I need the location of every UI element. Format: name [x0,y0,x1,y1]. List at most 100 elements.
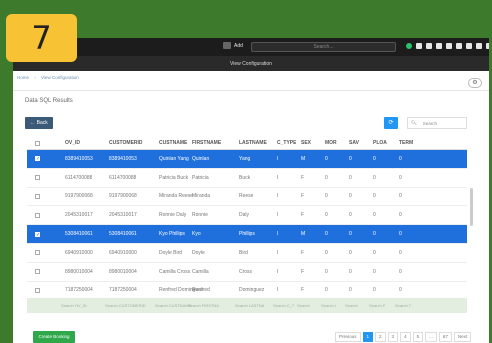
row-checkbox[interactable] [35,250,40,256]
row-checkbox-cell[interactable] [35,282,40,300]
column-search-input[interactable]: Search [345,298,358,313]
table-scrollbar[interactable] [470,188,473,226]
table-cell: I [277,231,279,238]
column-header-lastname[interactable]: LASTNAME [239,137,267,149]
page-link[interactable]: 3 [387,332,399,342]
column-search-input[interactable]: Search [297,298,310,313]
table-cell: Yang [239,155,251,162]
row-checkbox-cell[interactable] [35,225,40,243]
column-search-input[interactable]: Search OV_ID [61,298,87,313]
add-button[interactable]: Add [223,42,243,49]
column-header-sex[interactable]: SEX [301,137,311,149]
results-table: OV_ID CUSTOMERID CUSTNAME FIRSTNAME LASTNAME… [27,137,467,301]
column-header-ov_id[interactable]: OV_ID [65,137,80,149]
column-search-input[interactable]: Search FIRSTNA [188,298,219,313]
row-checkbox[interactable] [35,287,40,293]
column-header-mor[interactable]: MOR [325,137,337,149]
table-row[interactable]: 5308410061 5308410061 Kyo Phillips Kyo Phill… [27,225,467,244]
app-window: Add Search... View Configuration Home › … [13,38,489,343]
column-header-c_type[interactable]: C_TYPE [277,137,296,149]
refresh-button[interactable]: ⟳ [384,117,398,129]
breadcrumb-home[interactable]: Home [17,75,29,80]
back-button[interactable]: ← Back [25,117,53,129]
row-checkbox[interactable] [35,175,40,181]
row-checkbox-cell[interactable] [35,206,40,224]
check-icon[interactable] [446,43,452,49]
table-row[interactable]: 9197900068 9197900068 Miranda Reese Miranda… [27,188,467,207]
window-title: View Configuration [13,56,489,71]
table-cell: 0 [399,287,402,294]
column-search-input[interactable]: Search CUSTNAME [155,298,191,313]
table-cell: Patricia [192,174,209,181]
table-cell: 0 [373,193,376,200]
gear-icon: ⚙ [472,80,478,86]
table-cell: I [277,212,279,219]
create-booking-button[interactable]: Create Booking [33,331,75,343]
table-cell: 0 [325,174,328,181]
row-checkbox-cell[interactable] [35,150,40,168]
row-checkbox-cell[interactable] [35,169,40,187]
page-link[interactable]: 67 [438,332,452,342]
settings-icon[interactable] [486,43,489,49]
column-search-input[interactable]: Search C_T [273,298,294,313]
column-search-input[interactable]: Search T [395,298,411,313]
window-icon[interactable] [456,43,462,49]
global-search-input[interactable]: Search... [251,42,396,52]
column-header-firstname[interactable]: FIRSTNAME [192,137,221,149]
column-header-custname[interactable]: CUSTNAME [159,137,187,149]
table-search-input[interactable]: 🔍︎ Search [407,117,467,129]
refresh-icon: ⟳ [388,120,394,126]
page-link[interactable]: Previous [335,332,361,342]
row-checkbox[interactable] [35,231,40,237]
table-cell: M [301,155,306,162]
table-cell: Quinlan [192,155,210,162]
table-cell: 8980010004 [65,268,93,275]
select-all-checkbox[interactable] [35,140,40,146]
column-header-sav[interactable]: SAV [349,137,359,149]
row-checkbox-cell[interactable] [35,263,40,281]
column-header-ploa[interactable]: PLOA [373,137,387,149]
gear-button[interactable]: ⚙ [468,78,482,88]
header-checkbox-cell[interactable] [35,137,40,149]
table-cell: 6114700088 [109,174,137,181]
breadcrumb-current[interactable]: View Configuration [41,75,79,80]
table-cell: Camilla [192,268,209,275]
record-icon[interactable] [436,43,442,49]
row-checkbox[interactable] [35,269,40,275]
table-row[interactable]: 6114700088 6114700088 Patricia Buck Patrici… [27,169,467,188]
table-row[interactable]: 2045310017 2045310017 Ronnie Daly Ronnie Dal… [27,206,467,226]
trash-icon[interactable] [466,43,472,49]
table-cell: 7187250004 [65,287,93,294]
row-checkbox[interactable] [35,156,40,162]
page-link[interactable]: 4 [400,332,411,342]
column-search-input[interactable]: Search P [369,298,385,313]
table-cell: 0 [349,231,352,238]
row-checkbox[interactable] [35,212,40,218]
table-cell: 0 [325,212,328,219]
table-cell: M [301,231,306,238]
help-icon[interactable] [476,43,482,49]
page-link[interactable]: 5 [412,332,424,342]
row-checkbox[interactable] [35,193,40,199]
table-cell: F [301,212,305,219]
page-link: ... [425,332,437,342]
column-header-term[interactable]: TERM [399,137,413,149]
status-icon[interactable] [406,43,412,49]
page-link[interactable]: 1 [362,332,374,342]
row-checkbox-cell[interactable] [35,188,40,206]
divider [13,90,489,91]
document-icon[interactable] [426,43,432,49]
table-row[interactable]: 8980010004 8980010004 Camilla Cross Camilla… [27,263,467,282]
table-cell: 0 [349,287,352,294]
pagination: Previous 1 2 3 4 5... 67 Next [335,332,472,342]
column-search-input[interactable]: Search I [321,298,336,313]
table-row[interactable]: 8389410053 8389410053 Quinlan YangQuinlan Y… [27,150,467,169]
table-row[interactable]: 6940910000 6940910000 Doyle Bird Doyle Bird I… [27,244,467,263]
column-search-input[interactable]: Search CUSTOMERID [105,298,146,313]
gear-icon[interactable] [416,43,422,49]
row-checkbox-cell[interactable] [35,244,40,262]
page-link[interactable]: Next [453,332,472,342]
page-link[interactable]: 2 [375,332,386,342]
column-header-customerid[interactable]: CUSTOMERID [109,137,143,149]
column-search-input[interactable]: Search LASTNA [235,298,264,313]
